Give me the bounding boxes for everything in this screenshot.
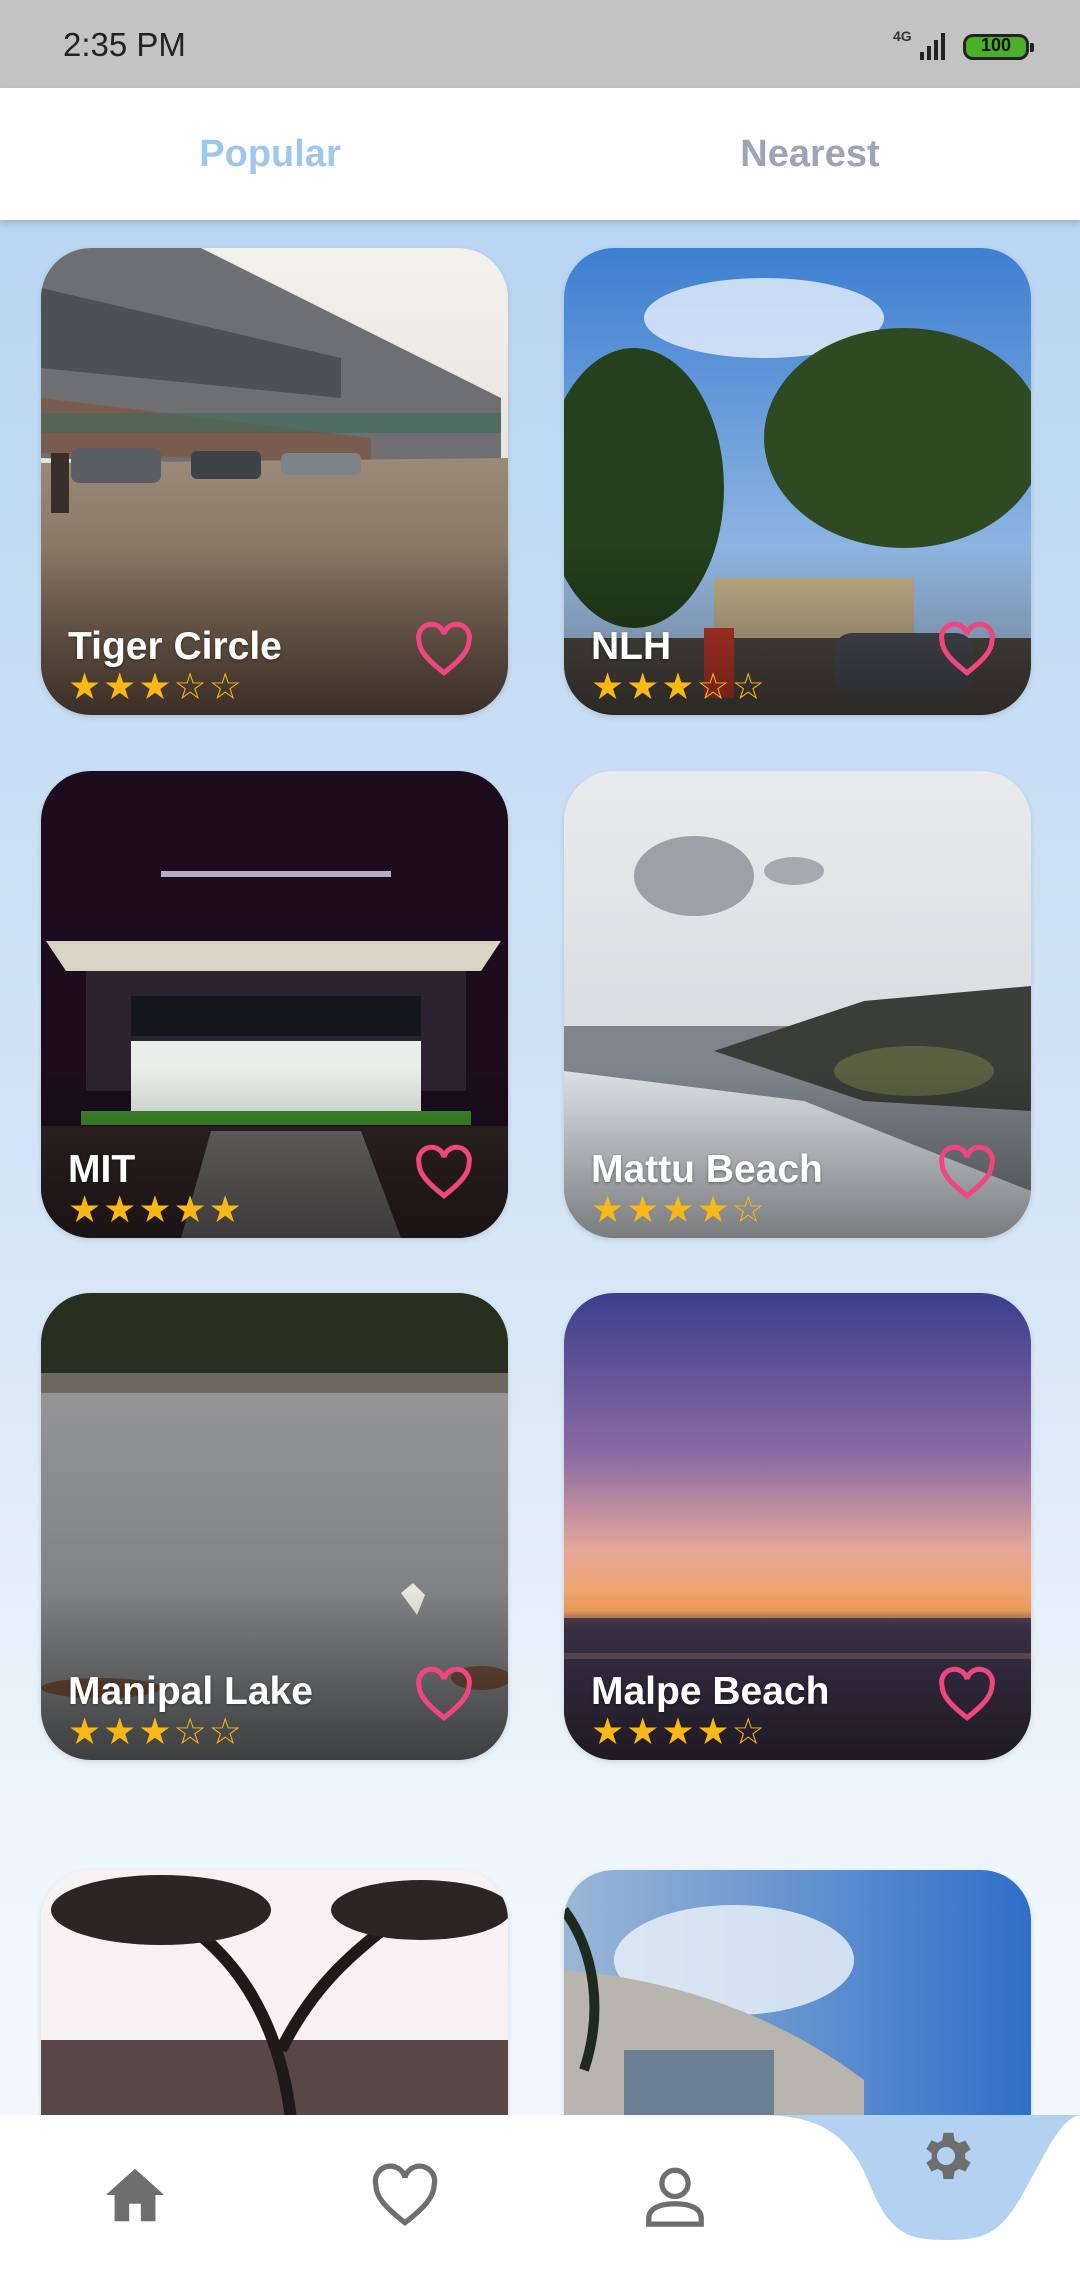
gear-icon[interactable] — [915, 2125, 977, 2187]
star-rating: ★★★★★ — [68, 1189, 244, 1230]
place-name: Malpe Beach — [591, 1670, 830, 1713]
place-name: Manipal Lake — [68, 1670, 313, 1713]
heart-icon[interactable] — [414, 1144, 474, 1200]
place-name: NLH — [591, 625, 672, 668]
place-photo — [564, 1870, 1031, 2115]
place-card[interactable]: Malpe Beach ★★★★☆ — [564, 1293, 1031, 1760]
place-card[interactable] — [41, 1870, 508, 2115]
battery-icon: 100 — [963, 34, 1034, 60]
network-type: 4G — [893, 28, 912, 44]
heart-icon[interactable] — [414, 1666, 474, 1722]
heart-icon[interactable] — [414, 621, 474, 677]
heart-icon[interactable] — [370, 2160, 440, 2230]
star-rating: ★★★☆☆ — [591, 666, 767, 707]
status-time: 2:35 PM — [63, 26, 186, 63]
person-icon[interactable] — [640, 2160, 710, 2230]
tab-bar: Popular Nearest — [0, 88, 1080, 220]
star-rating: ★★★☆☆ — [68, 1711, 244, 1752]
star-rating: ★★★★☆ — [591, 1711, 767, 1752]
place-name: MIT — [68, 1148, 136, 1191]
place-card[interactable]: Manipal Lake ★★★☆☆ — [41, 1293, 508, 1760]
tab-popular[interactable]: Popular — [0, 88, 540, 220]
place-card[interactable]: MIT ★★★★★ — [41, 771, 508, 1238]
place-card[interactable]: Mattu Beach ★★★★☆ — [564, 771, 1031, 1238]
places-grid: Tiger Circle ★★★☆☆ NLH ★★★☆☆ MIT ★★★★★ M… — [0, 220, 1080, 2115]
tab-nearest[interactable]: Nearest — [540, 88, 1080, 220]
heart-icon[interactable] — [937, 1144, 997, 1200]
place-name: Mattu Beach — [591, 1148, 823, 1191]
heart-icon[interactable] — [937, 1666, 997, 1722]
status-bar: 2:35 PM 4G 100 — [0, 0, 1080, 88]
place-card[interactable]: NLH ★★★☆☆ — [564, 248, 1031, 715]
place-name: Tiger Circle — [68, 625, 282, 668]
heart-icon[interactable] — [937, 621, 997, 677]
star-rating: ★★★★☆ — [591, 1189, 767, 1230]
place-card[interactable] — [564, 1870, 1031, 2115]
signal-icon — [920, 33, 945, 60]
place-photo — [41, 1870, 508, 2115]
home-icon[interactable] — [100, 2160, 170, 2230]
place-card[interactable]: Tiger Circle ★★★☆☆ — [41, 248, 508, 715]
star-rating: ★★★☆☆ — [68, 666, 244, 707]
battery-level: 100 — [980, 35, 1012, 55]
